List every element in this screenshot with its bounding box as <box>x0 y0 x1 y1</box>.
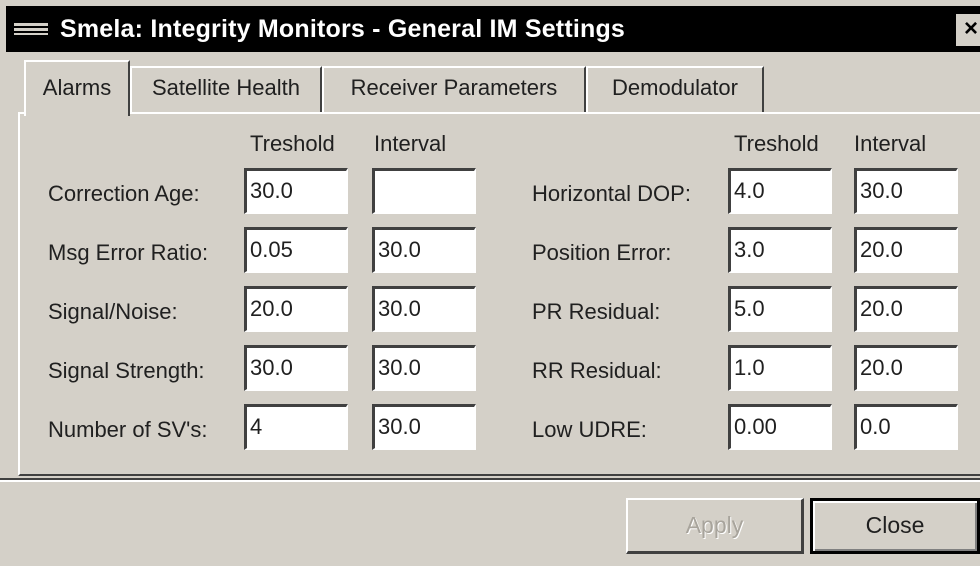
interval-header-left: Interval <box>374 131 447 156</box>
signal-noise-interval-field[interactable]: 30.0 <box>372 286 476 332</box>
row-label-msg-error-ratio: Msg Error Ratio: <box>48 240 209 265</box>
number-of-svs-interval-field[interactable]: 30.0 <box>372 404 476 450</box>
row-label-signal-noise: Signal/Noise: <box>48 299 178 324</box>
correction-age-interval-field[interactable] <box>372 168 476 214</box>
row-label-correction-age: Correction Age: <box>48 181 200 206</box>
signal-strength-threshold-field[interactable]: 30.0 <box>244 345 348 391</box>
signal-strength-interval-field[interactable]: 30.0 <box>372 345 476 391</box>
horizontal-dop-threshold-field[interactable]: 4.0 <box>728 168 832 214</box>
msg-error-ratio-interval-field[interactable]: 30.0 <box>372 227 476 273</box>
row-label-low-udre: Low UDRE: <box>532 417 647 442</box>
tab-alarms[interactable]: Alarms <box>24 60 130 116</box>
threshold-header-left: Treshold <box>250 131 335 156</box>
tab-demodulator[interactable]: Demodulator <box>586 66 764 112</box>
row-label-position-error: Position Error: <box>532 240 672 265</box>
number-of-svs-threshold-field[interactable]: 4 <box>244 404 348 450</box>
window-title: Smela: Integrity Monitors - General IM S… <box>60 15 626 43</box>
apply-button[interactable]: Apply <box>626 498 804 554</box>
settings-window: Smela: Integrity Monitors - General IM S… <box>0 0 980 566</box>
interval-header-right: Interval <box>854 131 927 156</box>
rr-residual-threshold-field[interactable]: 1.0 <box>728 345 832 391</box>
pr-residual-interval-field[interactable]: 20.0 <box>854 286 958 332</box>
row-label-signal-strength: Signal Strength: <box>48 358 205 383</box>
signal-noise-threshold-field[interactable]: 20.0 <box>244 286 348 332</box>
threshold-header-right: Treshold <box>734 131 819 156</box>
row-label-horizontal-dop: Horizontal DOP: <box>532 181 691 206</box>
low-udre-interval-field[interactable]: 0.0 <box>854 404 958 450</box>
horizontal-dop-interval-field[interactable]: 30.0 <box>854 168 958 214</box>
close-icon[interactable]: × <box>956 14 980 46</box>
title-bar[interactable]: Smela: Integrity Monitors - General IM S… <box>6 6 980 52</box>
correction-age-threshold-field[interactable]: 30.0 <box>244 168 348 214</box>
msg-error-ratio-threshold-field[interactable]: 0.05 <box>244 227 348 273</box>
bottom-divider-highlight <box>0 480 980 482</box>
row-label-pr-residual: PR Residual: <box>532 299 661 324</box>
position-error-interval-field[interactable]: 20.0 <box>854 227 958 273</box>
close-button[interactable]: Close <box>810 498 980 554</box>
row-label-rr-residual: RR Residual: <box>532 358 662 383</box>
alarms-panel: Treshold Interval Treshold Interval Corr… <box>18 112 980 476</box>
pr-residual-threshold-field[interactable]: 5.0 <box>728 286 832 332</box>
position-error-threshold-field[interactable]: 3.0 <box>728 227 832 273</box>
row-label-number-of-svs: Number of SV's: <box>48 417 208 442</box>
tab-receiver-parameters[interactable]: Receiver Parameters <box>322 66 586 112</box>
rr-residual-interval-field[interactable]: 20.0 <box>854 345 958 391</box>
low-udre-threshold-field[interactable]: 0.00 <box>728 404 832 450</box>
app-icon <box>14 23 48 35</box>
tab-satellite-health[interactable]: Satellite Health <box>130 66 322 112</box>
